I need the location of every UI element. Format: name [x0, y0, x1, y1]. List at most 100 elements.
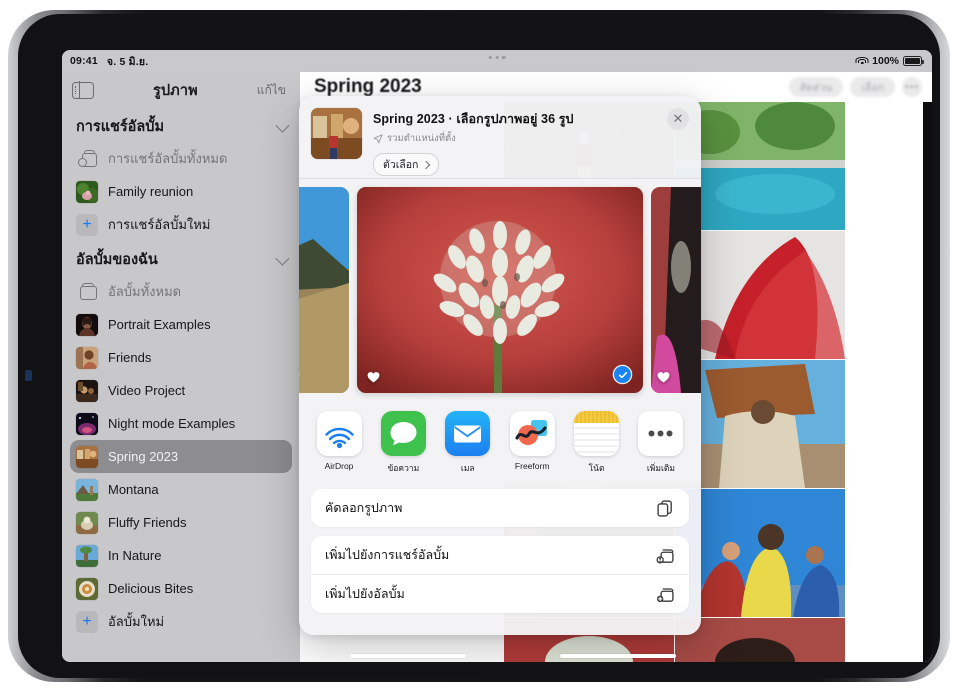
add-to-album-icon	[656, 585, 675, 604]
notes-icon	[574, 411, 619, 456]
share-target-mail[interactable]: เมล	[442, 411, 494, 475]
sidebar: รูปภาพ แก้ไข การแชร์อัลบั้ม การแชร์อัลบั…	[62, 72, 300, 662]
sidebar-toggle-icon[interactable]	[72, 82, 94, 99]
share-sheet-header: Spring 2023 · เลือกรูปภาพอยู่ 36 รูป รวม…	[299, 96, 701, 178]
album-thumb	[76, 347, 98, 369]
share-sheet-subtitle-row: รวมตำแหน่งที่ตั้ง	[373, 131, 689, 146]
sidebar-item-label: อัลบั้มใหม่	[108, 611, 164, 632]
sidebar-item-label: การแชร์อัลบั้มทั้งหมด	[108, 148, 227, 169]
sidebar-item-spring-2023[interactable]: Spring 2023	[70, 440, 292, 473]
sidebar-toolbar: รูปภาพ แก้ไข	[62, 72, 300, 108]
volume-button[interactable]	[25, 370, 32, 381]
section-header-my-albums[interactable]: อัลบั้มของฉัน	[62, 241, 300, 275]
share-target-label: เมล	[461, 461, 475, 475]
aspect-button[interactable]: สัดส่วน	[789, 77, 844, 97]
options-label: ตัวเลือก	[383, 156, 418, 173]
sidebar-item-family-reunion[interactable]: Family reunion	[70, 175, 292, 208]
sidebar-item-label: Family reunion	[108, 184, 193, 199]
sidebar-item-label: การแชร์อัลบั้มใหม่	[108, 214, 210, 235]
home-indicator[interactable]	[350, 654, 466, 658]
sidebar-item-friends[interactable]: Friends	[70, 341, 292, 374]
status-bar: 09:41 จ. 5 มิ.ย. 100%	[62, 50, 932, 72]
status-time: 09:41	[70, 55, 98, 67]
sidebar-item-night-mode-examples[interactable]: Night mode Examples	[70, 407, 292, 440]
sidebar-item-label: In Nature	[108, 548, 161, 563]
more-icon	[638, 411, 683, 456]
sidebar-item-portrait-examples[interactable]: Portrait Examples	[70, 308, 292, 341]
share-target-label: Freeform	[515, 461, 549, 471]
sidebar-item-label: Fluffy Friends	[108, 515, 187, 530]
sidebar-item-in-nature[interactable]: In Nature	[70, 539, 292, 572]
device-body: 09:41 จ. 5 มิ.ย. 100% รูปภาพ แก้ไข	[18, 14, 940, 678]
camera-dots	[489, 56, 506, 59]
share-target-more[interactable]: เพิ่มเติม	[635, 411, 687, 475]
action-label: คัดลอกรูปภาพ	[325, 498, 402, 518]
select-button[interactable]: เลือก	[850, 77, 895, 97]
album-title: Spring 2023	[314, 76, 422, 98]
status-bar-right: 100%	[856, 55, 922, 67]
plus-icon: +	[76, 214, 98, 236]
all-albums-icon	[76, 281, 98, 303]
shared-albums-icon	[76, 148, 98, 170]
content-toolbar: สัดส่วน เลือก •••	[789, 77, 922, 97]
share-actions: คัดลอกรูปภาพ เพิ่มไปยังการแชร์อัลบั้ม	[299, 483, 701, 613]
sidebar-item-fluffy-friends[interactable]: Fluffy Friends	[70, 506, 292, 539]
sidebar-item-delicious-bites[interactable]: Delicious Bites	[70, 572, 292, 605]
home-indicator-secondary[interactable]	[560, 654, 676, 658]
sidebar-item-video-project[interactable]: Video Project	[70, 374, 292, 407]
close-icon[interactable]: ✕	[667, 108, 689, 130]
section-header-shared-albums[interactable]: การแชร์อัลบั้ม	[62, 108, 300, 142]
home-indicator-bar	[62, 648, 932, 662]
sidebar-item-label: Night mode Examples	[108, 416, 235, 431]
plus-icon: +	[76, 611, 98, 633]
share-target-label: ข้อความ	[388, 461, 420, 475]
carousel-photo-main[interactable]	[357, 187, 643, 393]
carousel-photo-prev[interactable]	[299, 187, 349, 393]
action-add-to-shared-album[interactable]: เพิ่มไปยังการแชร์อัลบั้ม	[311, 536, 689, 574]
action-copy-photos[interactable]: คัดลอกรูปภาพ	[311, 489, 689, 527]
album-thumb	[76, 479, 98, 501]
share-target-messages[interactable]: ข้อความ	[377, 411, 429, 475]
chevron-down-icon[interactable]	[275, 118, 289, 132]
more-button[interactable]: •••	[902, 77, 922, 97]
share-target-airdrop[interactable]: AirDrop	[313, 411, 365, 475]
sidebar-item-label: Video Project	[108, 383, 185, 398]
action-group-albums: เพิ่มไปยังการแชร์อัลบั้ม เพิ่มไปยังอัลบั…	[311, 536, 689, 613]
selected-check-icon[interactable]	[614, 366, 631, 383]
action-label: เพิ่มไปยังการแชร์อัลบั้ม	[325, 545, 449, 565]
sidebar-item-new-shared-album[interactable]: + การแชร์อัลบั้มใหม่	[70, 208, 292, 241]
battery-percent: 100%	[872, 55, 899, 67]
album-thumb	[76, 545, 98, 567]
airdrop-icon	[317, 411, 362, 456]
action-group-copy: คัดลอกรูปภาพ	[311, 489, 689, 527]
action-add-to-album[interactable]: เพิ่มไปยังอัลบั้ม	[311, 574, 689, 613]
share-target-label: เพิ่มเติม	[647, 461, 675, 475]
share-target-freeform[interactable]: Freeform	[506, 411, 558, 475]
sidebar-item-montana[interactable]: Montana	[70, 473, 292, 506]
photo-preview-carousel	[299, 179, 701, 401]
sidebar-item-label: อัลบั้มทั้งหมด	[108, 281, 181, 302]
favorite-heart-icon[interactable]	[367, 371, 380, 383]
sidebar-item-label: Delicious Bites	[108, 581, 193, 596]
chevron-down-icon[interactable]	[275, 251, 289, 265]
options-button[interactable]: ตัวเลือก	[373, 153, 439, 176]
sidebar-item-new-album[interactable]: + อัลบั้มใหม่	[70, 605, 292, 638]
copy-icon	[656, 499, 675, 518]
freeform-icon	[510, 411, 555, 456]
favorite-heart-icon[interactable]	[657, 371, 670, 383]
carousel-photo-next[interactable]	[651, 187, 701, 393]
sidebar-item-all-albums[interactable]: อัลบั้มทั้งหมด	[70, 275, 292, 308]
ipad-screen: 09:41 จ. 5 มิ.ย. 100% รูปภาพ แก้ไข	[62, 50, 932, 662]
album-thumb	[76, 413, 98, 435]
share-target-notes[interactable]: โน้ต	[571, 411, 623, 475]
section-title: การแชร์อัลบั้ม	[76, 115, 164, 138]
messages-icon	[381, 411, 426, 456]
share-preview-thumb	[311, 108, 362, 159]
page-title: รูปภาพ	[153, 79, 198, 102]
edit-button[interactable]: แก้ไข	[257, 81, 286, 100]
sidebar-item-all-shared-albums[interactable]: การแชร์อัลบั้มทั้งหมด	[70, 142, 292, 175]
album-thumb	[76, 380, 98, 402]
album-thumb	[76, 314, 98, 336]
add-to-shared-album-icon	[656, 546, 675, 565]
sidebar-item-label: Montana	[108, 482, 159, 497]
